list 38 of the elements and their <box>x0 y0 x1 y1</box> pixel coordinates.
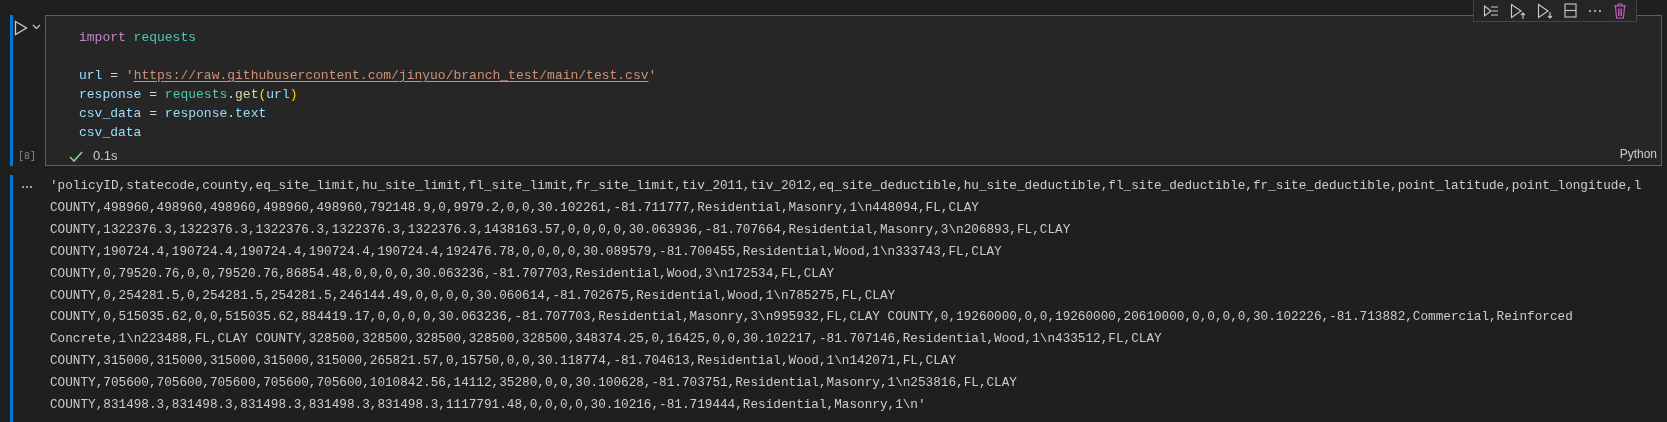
output-line: 'policyID,statecode,county,eq_site_limit,hu_site_limit,fl_site_limit,fr_site_limit,tiv_2011,tiv_2012,eq_site_deductible,hu_site_deductible,fl_site_deductible,fr_site_deductible,point_latitude,point_longitude,l <box>50 177 1642 195</box>
language-label[interactable]: Python <box>1619 145 1657 163</box>
split-cell-button[interactable] <box>1563 3 1577 18</box>
trash-icon <box>1612 2 1627 19</box>
run-by-line-button[interactable] <box>1483 3 1500 18</box>
output-line: COUNTY,1322376.3,1322376.3,1322376.3,1322376.3,1322376.3,1438163.57,0,0,0,0,30.063936,-81.707664,Residential,Masonry,3\n206893,FL,CLAY <box>50 220 1071 239</box>
code-line: url = 'https://raw.githubusercontent.com/jinyuo/branch_test/main/test.csv' <box>79 67 658 85</box>
run-by-line-icon <box>1483 3 1500 18</box>
url-link[interactable]: https://raw.githubusercontent.com/jinyuo/branch_test/main/test.csv <box>133 68 649 83</box>
more-icon <box>1587 8 1602 13</box>
split-cell-icon <box>1563 3 1577 18</box>
output-line: COUNTY,315000,315000,315000,315000,315000,265821.57,0,15750,0,0,30.118774,-81.704613,Residential,Wood,1\n142071,FL,CLAY <box>50 352 957 371</box>
check-icon <box>69 149 83 163</box>
output-line: COUNTY,190724.4,190724.4,190724.4,190724.4,190724.4,192476.78,0,0,0,0,30.089579,-81.700455,Residential,Wood,1\n333743,FL,CLAY <box>50 242 1002 261</box>
run-below-icon <box>1537 2 1554 19</box>
output-line: COUNTY,0,254281.5,0,254281.5,254281.5,246144.49,0,0,0,0,30.060614,-81.702675,Residential,Wood,1\n785275,FL,CLAY <box>50 286 896 305</box>
run-button[interactable] <box>14 20 28 36</box>
run-above-icon <box>1510 2 1527 19</box>
code-line: csv_data = response.text <box>79 105 268 123</box>
output-line: COUNTY,498960,498960,498960,498960,498960,792148.9,0,9979.2,0,0,30.102261,-81.711777,Residential,Masonry,1\n448094,FL,CLAY <box>50 198 979 217</box>
execution-count: [8] <box>18 150 36 164</box>
output-line: COUNTY,0,515035.62,0,0,515035.62,884419.17,0,0,0,0,30.063236,-81.707703,Residential,Masonry,3\n995932,FL,CLAY COUNTY,0,19260000,0,0,19260000,20610000,0,0,0,0,30.102226,-81.713882,Commercial,Reinforced <box>50 308 1573 327</box>
execution-time: 0.1s <box>93 147 118 166</box>
code-editor[interactable]: import requests url = 'https://raw.githubusercontent.com/jinyuo/branch_test/main/test.csv' response = requests.get(url) csv_data = response.text csv_data 0.1s Python <box>45 15 1662 166</box>
code-line: csv_data <box>79 124 143 142</box>
output-menu-button[interactable] <box>21 185 33 189</box>
more-icon <box>21 185 33 189</box>
output-line: COUNTY,0,79520.76,0,0,79520.76,86854.48,0,0,0,0,30.063236,-81.707703,Residential,Wood,3\n172534,FL,CLAY <box>50 264 835 283</box>
output-line: COUNTY,831498.3,831498.3,831498.3,831498.3,831498.3,1117791.48,0,0,0,0,30.10216,-81.719444,Residential,Masonry,1\n' <box>50 396 926 415</box>
more-button[interactable] <box>1587 8 1602 13</box>
run-below-button[interactable] <box>1537 2 1554 19</box>
output-line: COUNTY,705600,705600,705600,705600,705600,1010842.56,14112,35280,0,0,30.100628,-81.703751,Residential,Masonry,1\n253816,FL,CLAY <box>50 374 1017 393</box>
trash-button[interactable] <box>1612 2 1627 19</box>
code-line: import requests <box>79 29 198 47</box>
code-line: response = requests.get(url) <box>79 86 299 104</box>
output-line: Concrete,1\n223488,FL,CLAY COUNTY,328500,328500,328500,328500,328500,348374.25,0,16425,0,0,30.102217,-81.707146,Residential,Wood,1\n433512,FL,CLAY <box>50 330 1162 349</box>
run-above-button[interactable] <box>1510 2 1527 19</box>
chevron-icon[interactable] <box>32 24 41 30</box>
